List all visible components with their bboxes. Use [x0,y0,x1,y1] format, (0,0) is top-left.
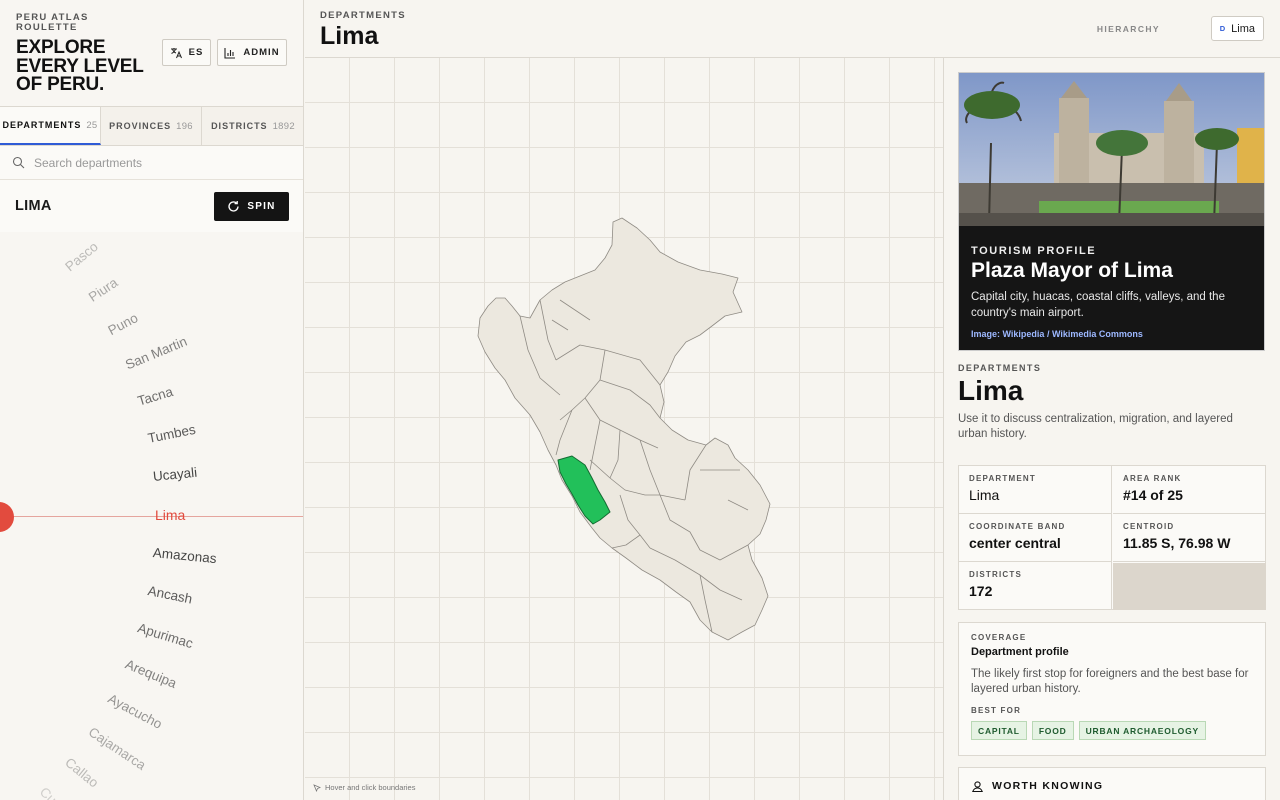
tag-chip: CAPITAL [971,721,1027,740]
roulette-wheel[interactable]: Pasco Piura Puno San Martin Tacna Tumbes Ucaya… [0,232,303,800]
hierarchy-pill[interactable]: D Lima [1210,16,1264,41]
wheel-item[interactable]: Lima [155,507,185,523]
spin-button[interactable]: SPIN [214,191,289,221]
wheel-item[interactable]: Ayacucho [106,691,165,732]
level-tabs: DEPARTMENTS 25 PROVINCES 196 DISTRICTS 1… [0,106,303,146]
stat-label: COORDINATE BAND [969,522,1066,531]
brand-kicker: PERU ATLAS ROULETTE [16,12,89,33]
coverage-card: COVERAGE Department profile The likely f… [958,622,1266,756]
wheel-pointer-dot [0,502,14,532]
wheel-item[interactable]: Apurimac [136,620,195,651]
tourism-description: Capital city, huacas, coastal cliffs, va… [971,291,1225,319]
worth-knowing-section[interactable]: WORTH KNOWING [958,767,1266,800]
tab-count: 196 [176,120,193,132]
tourism-title: Plaza Mayor of Lima [971,259,1173,282]
department-description: Use it to discuss centralization, migrat… [958,413,1233,440]
stat-label: CENTROID [1123,522,1175,531]
best-for-tags: CAPITAL FOOD URBAN ARCHAEOLOGY [971,721,1253,740]
wheel-pointer-line [0,516,303,517]
admin-button[interactable]: ADMIN [217,39,287,66]
wheel-item[interactable]: Tacna [136,384,175,409]
tab-count: 25 [86,119,98,131]
coverage-description: The likely first stop for foreigners and… [971,668,1249,695]
department-kicker: DEPARTMENTS [958,363,1042,373]
map-canvas[interactable]: Hover and click boundaries [305,58,944,800]
stat-value: 11.85 S, 76.98 W [1123,535,1231,551]
best-for-label: BEST FOR [971,706,1022,715]
search-bar [0,146,303,180]
stat-centroid: CENTROID 11.85 S, 76.98 W [1113,514,1266,562]
wheel-item[interactable]: Callao [62,755,101,791]
department-title: Lima [958,375,1024,406]
language-label: ES [188,47,204,58]
spin-label: SPIN [247,200,276,212]
hierarchy-label: HIERARCHY [1096,24,1160,34]
wheel-item[interactable]: Ancash [146,583,193,606]
wheel-item[interactable]: Cajamarca [86,724,149,773]
current-selection: LIMA SPIN [0,180,303,232]
map-hint-text: Hover and click boundaries [325,783,416,792]
tab-districts[interactable]: DISTRICTS 1892 [202,107,303,145]
wheel-item[interactable]: Ucayali [152,465,198,484]
tab-label: PROVINCES [109,121,172,131]
tab-label: DEPARTMENTS [2,120,82,130]
current-name: LIMA [15,198,52,214]
sidebar: PERU ATLAS ROULETTE EXPLORE EVERY LEVEL … [0,0,304,800]
search-icon [12,156,25,169]
wheel-item[interactable]: Piura [86,275,121,305]
translate-icon [170,47,182,58]
stat-area-rank: AREA RANK #14 of 25 [1113,466,1266,514]
brand-title: EXPLORE EVERY LEVEL OF PERU. [16,37,144,95]
tag-chip: URBAN ARCHAEOLOGY [1078,721,1206,740]
stat-districts: DISTRICTS 172 [959,562,1112,610]
stat-value: #14 of 25 [1123,487,1183,503]
language-button[interactable]: ES [162,39,211,66]
wheel-item[interactable]: Arequipa [123,656,179,690]
wheel-item[interactable]: San Martin [123,334,189,373]
peru-outline[interactable] [477,217,771,641]
hierarchy-value: Lima [1231,22,1255,35]
map-hint: Hover and click boundaries [313,783,415,792]
coverage-title: Department profile [971,646,1069,658]
tab-count: 1892 [272,120,295,132]
brand: PERU ATLAS ROULETTE EXPLORE EVERY LEVEL … [16,13,156,95]
image-credit-link[interactable]: Image: Wikipedia / Wikimedia Commons [971,329,1143,339]
details-panel: TOURISM PROFILE Plaza Mayor of Lima Capi… [944,58,1280,800]
tab-provinces[interactable]: PROVINCES 196 [101,107,202,145]
wheel-item[interactable]: Puno [106,310,141,338]
map-panel: Hover and click boundaries [305,0,944,800]
stat-value: center central [969,535,1061,551]
refresh-icon [228,200,240,212]
stat-value: 172 [969,583,993,599]
stats-grid: DEPARTMENT Lima AREA RANK #14 of 25 COOR… [958,465,1266,610]
person-pin-icon [972,781,983,793]
coverage-kicker: COVERAGE [971,633,1027,642]
stat-department: DEPARTMENT Lima [959,466,1112,514]
tab-departments[interactable]: DEPARTMENTS 25 [0,107,101,145]
wheel-item[interactable]: Amazonas [152,545,217,566]
tourism-photo [959,73,1264,226]
hierarchy-badge: D [1219,24,1226,33]
worth-knowing-label: WORTH KNOWING [992,780,1104,792]
tab-label: DISTRICTS [211,121,268,131]
tag-chip: FOOD [1031,721,1074,740]
wheel-item[interactable]: Tumbes [146,422,196,446]
pointer-icon [313,783,321,792]
stat-label: DISTRICTS [969,570,1023,579]
stat-coordinate-band: COORDINATE BAND center central [959,514,1112,562]
stat-label: DEPARTMENT [969,474,1036,483]
admin-label: ADMIN [243,47,280,58]
tourism-card: TOURISM PROFILE Plaza Mayor of Lima Capi… [958,72,1265,351]
wheel-item[interactable]: Cusco [36,784,74,800]
wheel-item[interactable]: Pasco [62,238,101,273]
bar-chart-icon [224,47,236,59]
tourism-kicker: TOURISM PROFILE [971,245,1097,257]
stat-label: AREA RANK [1123,474,1182,483]
stat-value: Lima [969,487,1000,503]
search-input[interactable] [34,155,274,170]
peru-map[interactable] [305,58,944,800]
stat-empty-cell [1113,563,1266,610]
